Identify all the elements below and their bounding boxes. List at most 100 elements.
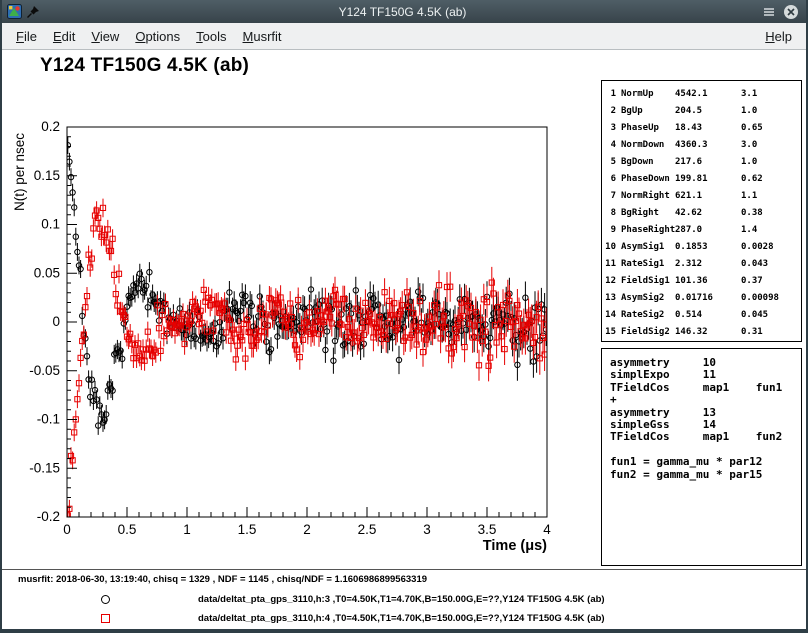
param-row: 2 BgUp204.51.0 — [602, 102, 801, 119]
menu-item-musrfit[interactable]: Musrfit — [235, 25, 290, 48]
param-row: 14 RateSig20.5140.045 — [602, 306, 801, 323]
param-row: 13 AsymSig20.017160.00098 — [602, 289, 801, 306]
window-title: Y124 TF150G 4.5K (ab) — [126, 5, 679, 19]
parameter-panel: 1NormUp4542.13.12BgUp204.51.03PhaseUp18.… — [601, 80, 802, 342]
param-value: 199.81 — [675, 174, 741, 184]
param-name: NormDown — [621, 140, 675, 150]
param-error: 0.043 — [741, 259, 801, 269]
param-error: 0.38 — [741, 208, 801, 218]
x-tick-label: 2 — [303, 522, 311, 537]
y-tick-label: -0.15 — [29, 460, 60, 475]
param-error: 0.00098 — [741, 293, 801, 303]
menu-icon[interactable] — [761, 4, 777, 20]
param-value: 287.0 — [675, 225, 741, 235]
menu-item-tools[interactable]: Tools — [188, 25, 234, 48]
legend-square-marker-icon — [101, 614, 110, 623]
menu-item-file[interactable]: File — [8, 25, 45, 48]
param-name: RateSig2 — [621, 310, 675, 320]
param-value: 146.32 — [675, 327, 741, 337]
menu-item-options[interactable]: Options — [127, 25, 188, 48]
param-row: 6 PhaseDown199.810.62 — [602, 170, 801, 187]
param-error: 0.37 — [741, 276, 801, 286]
param-n: 5 — [602, 157, 616, 167]
plot-canvas: Y124 TF150G 4.5K (ab) 00.511.522.533.54-… — [2, 50, 806, 629]
menu-item-view[interactable]: View — [83, 25, 127, 48]
legend-row: data/deltat_pta_gps_3110,h:3 ,T0=4.50K,T… — [2, 592, 806, 608]
x-tick-label: 0 — [63, 522, 71, 537]
param-error: 3.1 — [741, 89, 801, 99]
param-name: NormRight — [621, 191, 675, 201]
param-name: NormUp — [621, 89, 675, 99]
param-error: 1.0 — [741, 157, 801, 167]
param-n: 11 — [602, 259, 616, 269]
param-name: FieldSig1 — [621, 276, 675, 286]
param-error: 3.0 — [741, 140, 801, 150]
param-row: 11 RateSig12.3120.043 — [602, 255, 801, 272]
param-n: 1 — [602, 89, 616, 99]
footer: musrfit: 2018-06-30, 13:19:40, chisq = 1… — [2, 569, 806, 629]
param-value: 621.1 — [675, 191, 741, 201]
theory-panel: asymmetry 10 simplExpo 11 TFieldCos map1… — [601, 348, 802, 566]
legend-label: data/deltat_pta_gps_3110,h:3 ,T0=4.50K,T… — [198, 594, 605, 605]
param-name: BgRight — [621, 208, 675, 218]
y-tick-label: 0.05 — [34, 265, 60, 280]
param-value: 0.01716 — [675, 293, 741, 303]
menubar: FileEditViewOptionsToolsMusrfit Help — [2, 23, 806, 50]
menu-help[interactable]: Help — [757, 25, 800, 48]
data-points — [65, 136, 549, 524]
param-row: 4NormDown4360.33.0 — [602, 136, 801, 153]
param-error: 0.045 — [741, 310, 801, 320]
param-value: 204.5 — [675, 106, 741, 116]
param-row: 15FieldSig2146.320.31 — [602, 323, 801, 340]
param-error: 1.0 — [741, 106, 801, 116]
x-tick-label: 1 — [183, 522, 191, 537]
app-window: Y124 TF150G 4.5K (ab) FileEdi — [0, 0, 808, 633]
param-n: 2 — [602, 106, 616, 116]
param-row: 8BgRight42.620.38 — [602, 204, 801, 221]
param-value: 2.312 — [675, 259, 741, 269]
param-value: 101.36 — [675, 276, 741, 286]
param-error: 0.31 — [741, 327, 801, 337]
x-tick-label: 0.5 — [118, 522, 137, 537]
param-n: 7 — [602, 191, 616, 201]
chart[interactable]: 00.511.522.533.54-0.2-0.15-0.1-0.0500.05… — [2, 50, 582, 566]
x-tick-label: 4 — [543, 522, 551, 537]
x-tick-label: 1.5 — [238, 522, 257, 537]
param-name: PhaseDown — [621, 174, 675, 184]
param-value: 0.514 — [675, 310, 741, 320]
y-tick-label: -0.2 — [37, 509, 60, 524]
param-error: 0.62 — [741, 174, 801, 184]
param-row: 9PhaseRight287.01.4 — [602, 221, 801, 238]
y-tick-label: 0.15 — [34, 168, 60, 183]
titlebar[interactable]: Y124 TF150G 4.5K (ab) — [2, 0, 806, 23]
param-n: 6 — [602, 174, 616, 184]
param-n: 13 — [602, 293, 616, 303]
fit-info: musrfit: 2018-06-30, 13:19:40, chisq = 1… — [18, 574, 427, 585]
param-n: 14 — [602, 310, 616, 320]
y-axis-title: N(t) per nsec — [12, 133, 27, 211]
app-icon[interactable] — [6, 4, 22, 20]
param-row: 10AsymSig10.18530.0028 — [602, 238, 801, 255]
param-row: 12FieldSig1101.360.37 — [602, 272, 801, 289]
y-tick-label: -0.1 — [37, 412, 60, 427]
param-name: BgDown — [621, 157, 675, 167]
param-value: 0.1853 — [675, 242, 741, 252]
param-name: RateSig1 — [621, 259, 675, 269]
param-name: PhaseRight — [621, 225, 675, 235]
close-icon[interactable] — [783, 4, 799, 20]
param-value: 4542.1 — [675, 89, 741, 99]
param-row: 5BgDown217.61.0 — [602, 153, 801, 170]
pin-icon[interactable] — [25, 4, 41, 20]
param-n: 4 — [602, 140, 616, 150]
x-tick-label: 3.5 — [478, 522, 497, 537]
param-name: PhaseUp — [621, 123, 675, 133]
param-n: 15 — [602, 327, 616, 337]
param-error: 1.4 — [741, 225, 801, 235]
y-tick-label: 0.2 — [41, 119, 60, 134]
param-value: 42.62 — [675, 208, 741, 218]
param-error: 0.0028 — [741, 242, 801, 252]
param-name: AsymSig2 — [621, 293, 675, 303]
menu-item-edit[interactable]: Edit — [45, 25, 83, 48]
x-tick-label: 2.5 — [358, 522, 377, 537]
param-name: BgUp — [621, 106, 675, 116]
